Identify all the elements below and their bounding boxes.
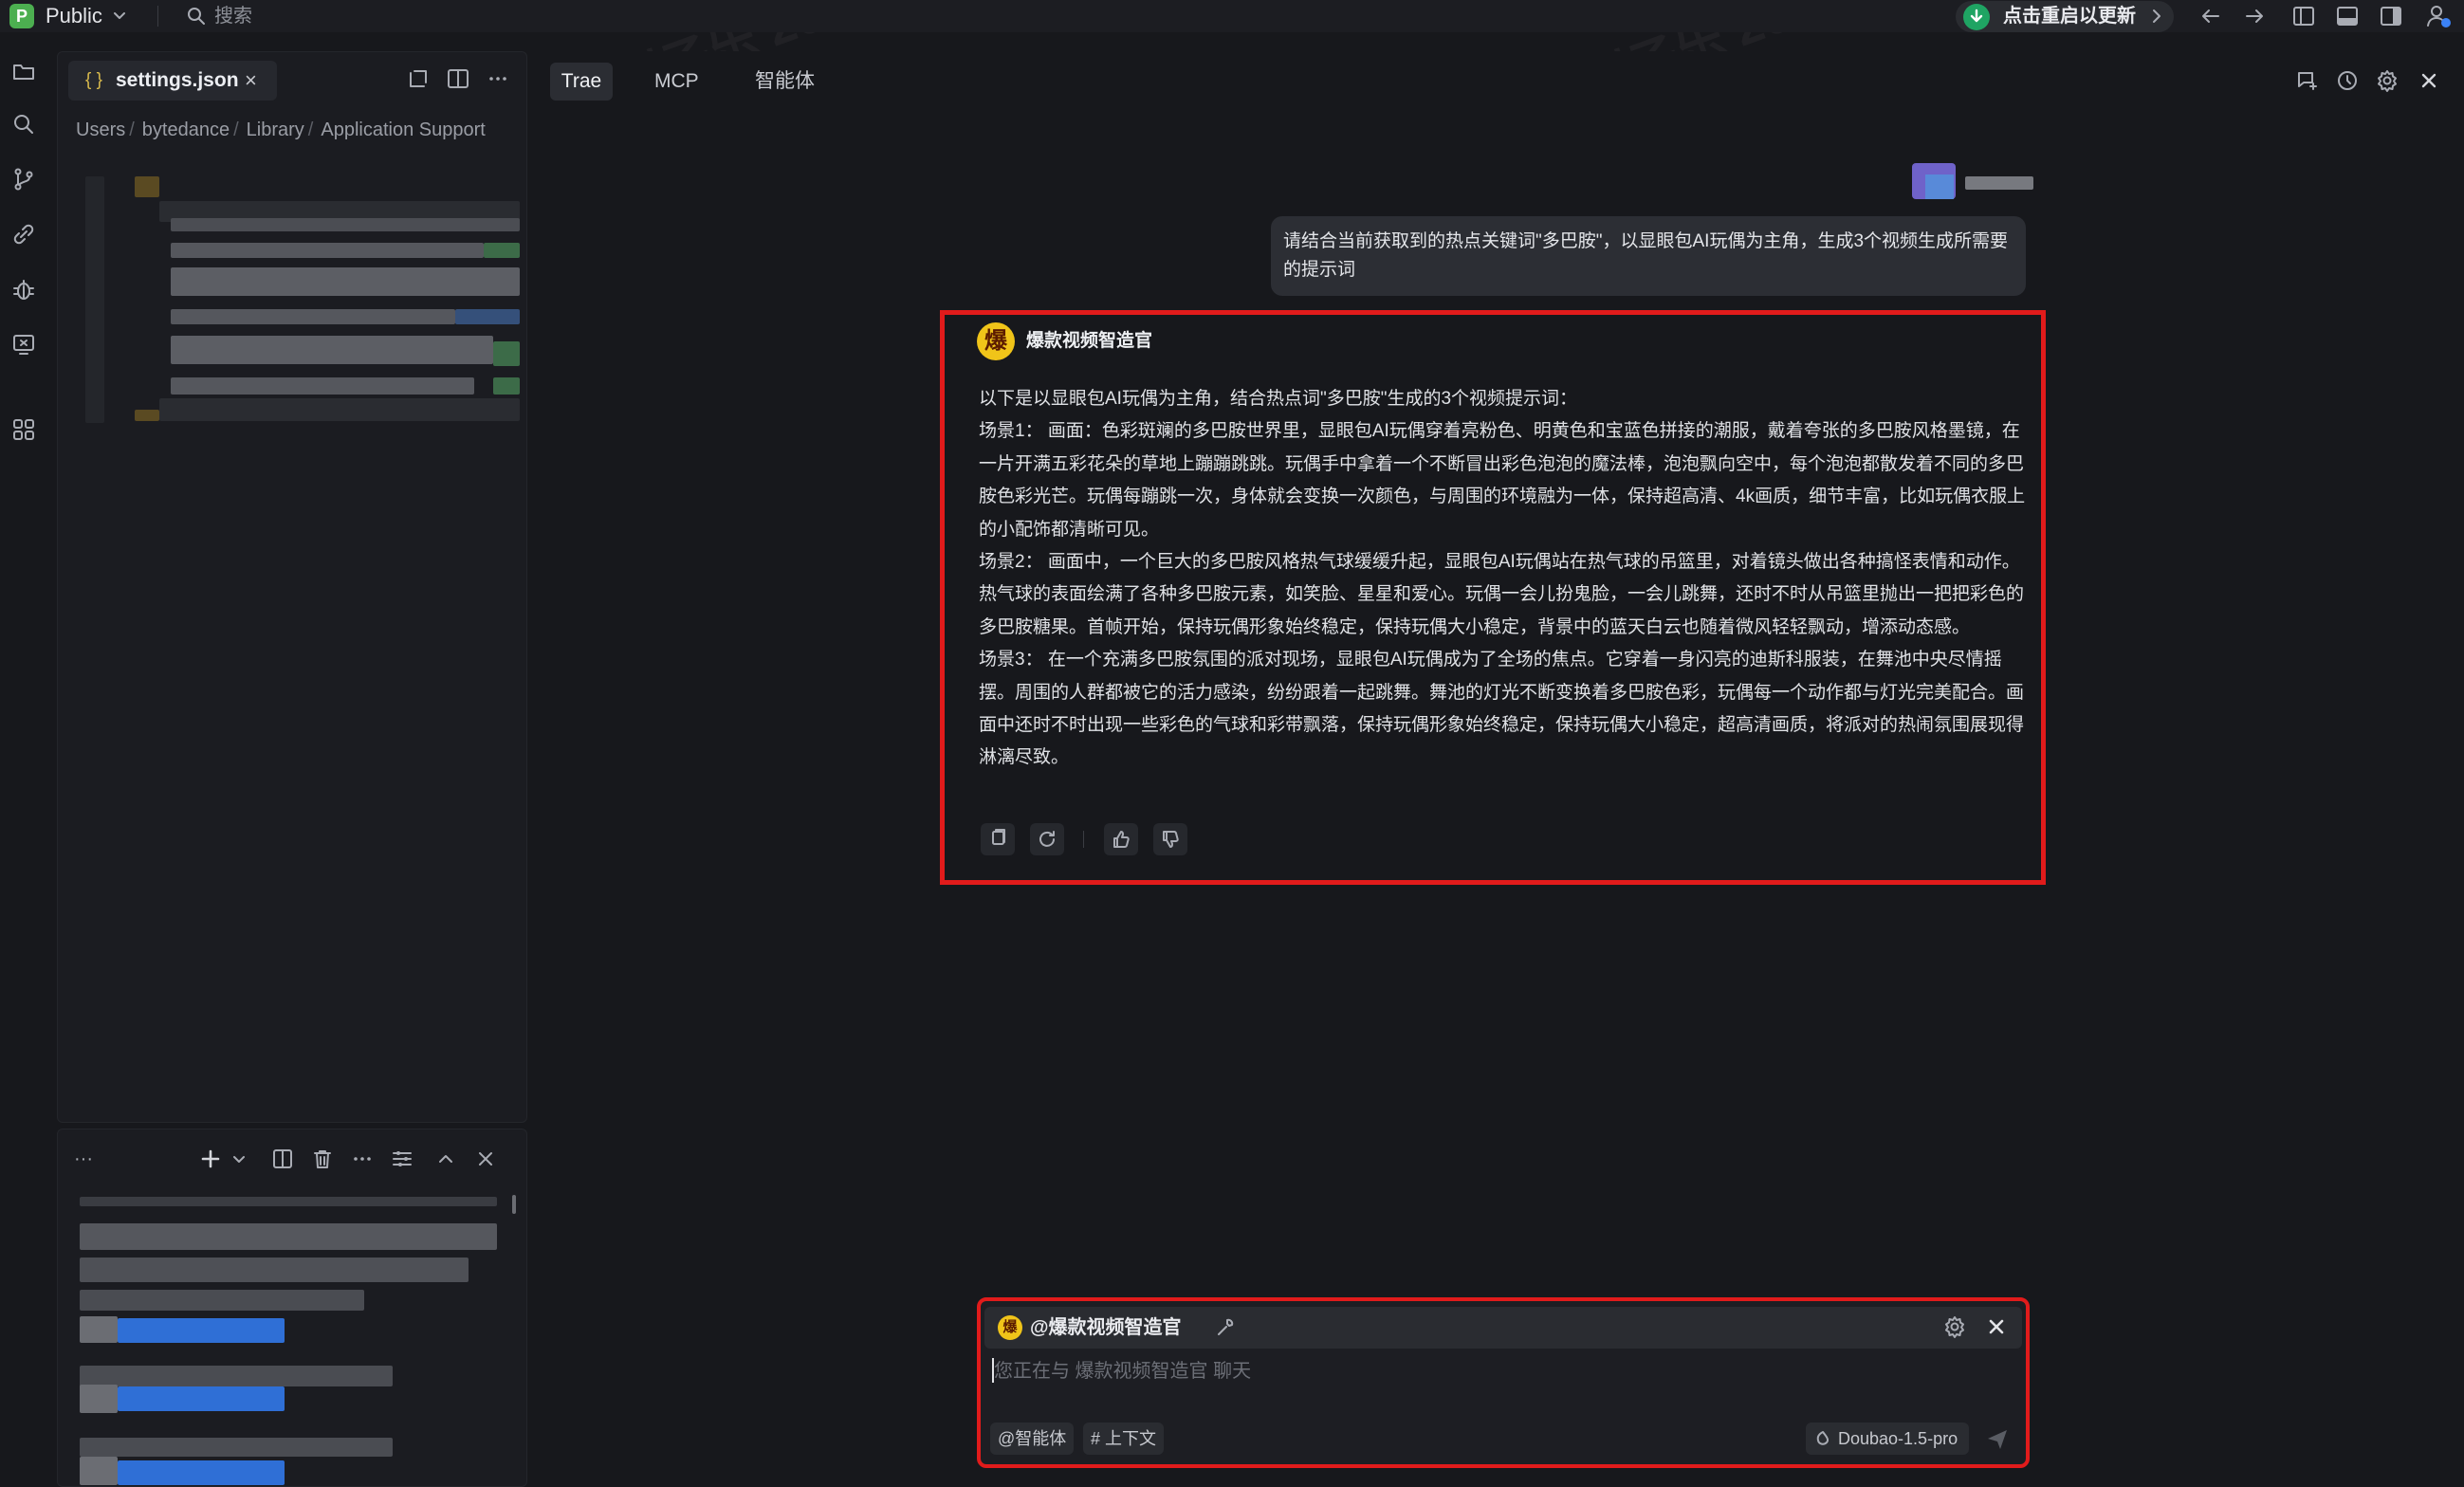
thumbs-down-button[interactable]: [1153, 823, 1187, 855]
remote-explorer-icon[interactable]: [11, 332, 36, 357]
close-icon[interactable]: [1984, 1314, 2009, 1339]
reply-paragraph: 场景2： 画面中，一个巨大的多巴胺风格热气球缓缓升起，显眼包AI玩偶站在热气球的…: [979, 552, 2025, 637]
chevron-down-icon[interactable]: [112, 8, 127, 23]
close-icon[interactable]: [2417, 68, 2441, 93]
toggle-right-panel-icon[interactable]: [2379, 4, 2403, 28]
breadcrumb-item[interactable]: Library: [247, 119, 304, 140]
avatar-blur: [1925, 174, 1954, 199]
search-icon[interactable]: [186, 6, 207, 27]
divider: [1083, 831, 1084, 848]
explorer-icon[interactable]: [11, 59, 36, 83]
tab-agent[interactable]: 智能体: [755, 63, 815, 101]
split-editor-icon[interactable]: [446, 66, 470, 91]
agent-avatar: 爆: [977, 322, 1015, 360]
model-icon: [1813, 1429, 1832, 1448]
close-panel-icon[interactable]: [474, 1147, 497, 1170]
forward-arrow-icon[interactable]: [2242, 4, 2267, 28]
more-actions-icon[interactable]: [351, 1147, 374, 1170]
history-icon[interactable]: [2335, 68, 2360, 93]
activity-bar: [0, 32, 47, 1485]
add-terminal-icon[interactable]: [199, 1147, 222, 1170]
extensions-icon[interactable]: [11, 417, 36, 442]
username-blur: [1965, 176, 2033, 190]
gear-icon[interactable]: [1942, 1314, 1967, 1339]
regenerate-button[interactable]: [1030, 823, 1064, 855]
divider: [157, 6, 158, 27]
close-tab-button[interactable]: ×: [245, 68, 257, 93]
json-file-icon: { }: [85, 70, 102, 90]
model-label: Doubao-1.5-pro: [1838, 1429, 1958, 1448]
user-message-text: 请结合当前获取到的热点关键词"多巴胺"，以显眼包AI玩偶为主角，生成3个视频生成…: [1283, 231, 2009, 280]
workspace-name[interactable]: Public: [46, 4, 102, 28]
tab-mcp[interactable]: MCP: [654, 63, 699, 101]
agent-reply: 以下是以显眼包AI玩偶为主角，结合热点词"多巴胺"生成的3个视频提示词： 场景1…: [979, 383, 2026, 775]
agent-name: 爆款视频智造官: [1026, 331, 1153, 351]
account-icon[interactable]: [2424, 2, 2453, 30]
toggle-bottom-panel-icon[interactable]: [2335, 4, 2360, 28]
thumbs-up-button[interactable]: [1104, 823, 1138, 855]
new-chat-icon[interactable]: [2295, 68, 2320, 93]
more-actions-icon[interactable]: [486, 66, 510, 91]
chevron-down-icon[interactable]: [231, 1151, 247, 1166]
send-icon[interactable]: [1984, 1426, 2011, 1453]
breadcrumb-item[interactable]: bytedance: [142, 119, 230, 140]
gear-icon[interactable]: [2375, 68, 2400, 93]
reply-paragraph: 以下是以显眼包AI玩偶为主角，结合热点词"多巴胺"生成的3个视频提示词：: [979, 389, 1578, 409]
search-input[interactable]: 搜索: [214, 4, 252, 28]
source-control-icon[interactable]: [11, 167, 36, 192]
trash-icon[interactable]: [311, 1147, 334, 1170]
breadcrumb-item[interactable]: Application Support: [321, 119, 485, 140]
agent-chip-button[interactable]: @智能体: [990, 1423, 1075, 1455]
tab-trae[interactable]: Trae: [550, 63, 613, 101]
open-preview-icon[interactable]: [406, 66, 431, 91]
tab-label: settings.json: [116, 69, 239, 91]
breadcrumb: Users / bytedance / Library / Application Supp…: [76, 119, 486, 140]
agent-mention[interactable]: @爆款视频智造官: [1030, 1313, 1182, 1343]
chevron-right-icon: [2149, 8, 2164, 25]
workspace-logo[interactable]: P: [9, 4, 34, 28]
search-icon[interactable]: [11, 112, 36, 137]
download-icon: [1963, 4, 1990, 30]
reply-paragraph: 场景1： 画面：色彩斑斓的多巴胺世界里，显眼包AI玩偶穿着亮粉色、明黄色和宝蓝色…: [979, 421, 2026, 540]
copy-button[interactable]: [981, 823, 1015, 855]
chat-input[interactable]: 您正在与 爆款视频智造官 聊天: [994, 1356, 1251, 1386]
update-label: 点击重启以更新: [2003, 6, 2136, 27]
debug-icon[interactable]: [11, 277, 36, 302]
back-arrow-icon[interactable]: [2198, 4, 2223, 28]
agent-avatar-small: 爆: [998, 1315, 1022, 1340]
toggle-left-panel-icon[interactable]: [2291, 4, 2316, 28]
wrench-icon[interactable]: [1214, 1314, 1239, 1339]
chevron-up-icon[interactable]: [434, 1147, 457, 1170]
terminal-more-button[interactable]: ···: [74, 1147, 93, 1170]
split-terminal-icon[interactable]: [271, 1147, 294, 1170]
breadcrumb-item[interactable]: Users: [76, 119, 125, 140]
settings-sliders-icon[interactable]: [391, 1147, 414, 1170]
reply-paragraph: 场景3： 在一个充满多巴胺氛围的派对现场，显眼包AI玩偶成为了全场的焦点。它穿着…: [979, 650, 2025, 768]
remote-link-icon[interactable]: [11, 222, 36, 247]
context-chip-button[interactable]: # 上下文: [1083, 1423, 1165, 1455]
